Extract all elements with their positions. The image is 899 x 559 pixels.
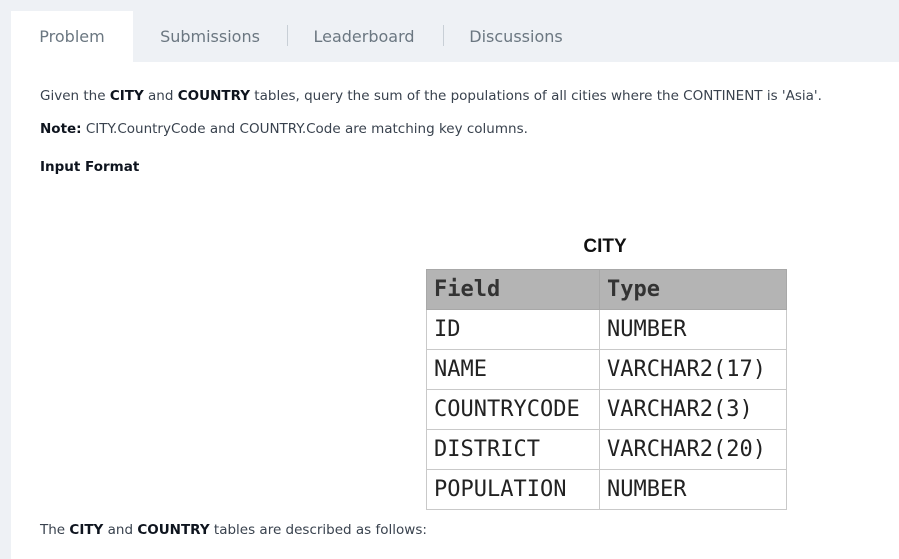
- city-schema-table: Field Type ID NUMBER NAME VARCHAR2(17) C…: [426, 269, 787, 510]
- tab-divider: [443, 25, 444, 46]
- field-cell: COUNTRYCODE: [426, 389, 600, 430]
- field-cell: ID: [426, 309, 600, 350]
- tab-divider: [287, 25, 288, 46]
- type-cell: VARCHAR2(20): [599, 429, 787, 470]
- input-format-heading: Input Format: [40, 159, 140, 175]
- statement-text: tables, query the sum of the populations…: [250, 88, 822, 104]
- tab-problem[interactable]: Problem: [11, 11, 133, 62]
- tables-description: The CITY and COUNTRY tables are describe…: [40, 522, 427, 538]
- field-cell: NAME: [426, 349, 600, 390]
- type-cell: NUMBER: [599, 309, 787, 350]
- table-header-row: Field Type: [426, 269, 787, 310]
- note-text: CITY.CountryCode and COUNTRY.Code are ma…: [81, 121, 528, 137]
- table-name-city: CITY: [109, 88, 144, 104]
- table-row: NAME VARCHAR2(17): [426, 349, 787, 390]
- statement-text: and: [143, 88, 178, 104]
- statement-text: Given the: [40, 88, 110, 104]
- type-cell: VARCHAR2(3): [599, 389, 787, 430]
- column-header-type: Type: [599, 269, 787, 310]
- city-table-title: CITY: [583, 236, 627, 257]
- problem-statement: Given the CITY and COUNTRY tables, query…: [40, 88, 822, 104]
- table-row: DISTRICT VARCHAR2(20): [426, 429, 787, 470]
- note-label: Note:: [40, 121, 82, 137]
- note: Note: CITY.CountryCode and COUNTRY.Code …: [40, 121, 528, 137]
- field-cell: POPULATION: [426, 469, 600, 510]
- table-row: ID NUMBER: [426, 309, 787, 350]
- description-text: The: [40, 522, 70, 538]
- description-text: tables are described as follows:: [209, 522, 427, 538]
- tab-bar: Problem Submissions Leaderboard Discussi…: [0, 0, 899, 62]
- description-text: and: [103, 522, 138, 538]
- tab-submissions[interactable]: Submissions: [148, 11, 272, 62]
- type-cell: NUMBER: [599, 469, 787, 510]
- table-row: COUNTRYCODE VARCHAR2(3): [426, 389, 787, 430]
- table-name-country: COUNTRY: [137, 522, 210, 538]
- tab-discussions[interactable]: Discussions: [456, 11, 576, 62]
- table-name-country: COUNTRY: [177, 88, 251, 104]
- field-cell: DISTRICT: [426, 429, 600, 470]
- type-cell: VARCHAR2(17): [599, 349, 787, 390]
- table-row: POPULATION NUMBER: [426, 469, 787, 510]
- tab-leaderboard[interactable]: Leaderboard: [300, 11, 428, 62]
- column-header-field: Field: [426, 269, 600, 310]
- table-name-city: CITY: [69, 522, 104, 538]
